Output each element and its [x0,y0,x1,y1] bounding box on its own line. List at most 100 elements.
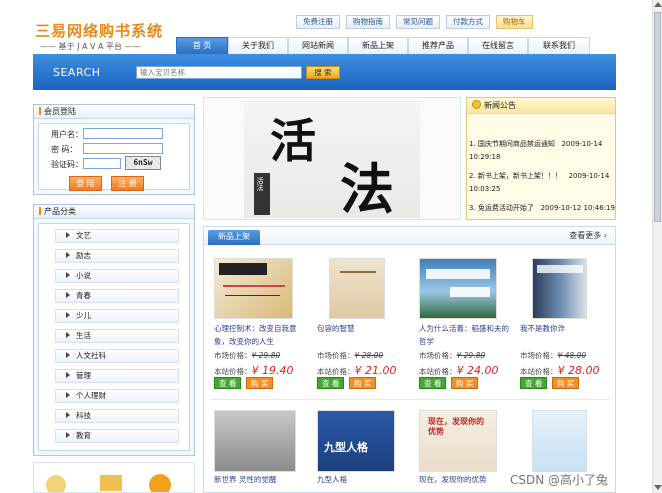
username-field[interactable] [83,128,163,139]
site-logo[interactable]: 三易网络购书系统 [35,20,163,41]
site-subtitle: —— 基于 J A V A 平台 —— [40,42,141,51]
new-products-panel: 新品上架 查看更多 › 心理控制术：改变自我意象，改变你的人生 市场价格：¥ 2… [203,226,616,493]
promo-icons [33,462,195,493]
password-field[interactable] [83,143,163,154]
nav-tab-news[interactable]: 网站新闻 [288,37,348,54]
cart-link[interactable]: 购物车 [496,15,533,29]
category-item[interactable]: 教育 [55,429,179,443]
view-button[interactable]: 查 看 [520,377,548,389]
product-title[interactable]: 现在，发现你的优势 [419,473,514,486]
payment-link[interactable]: 付款方式 [446,15,490,29]
product-image[interactable] [419,258,497,319]
nav-tab-contact[interactable]: 联系我们 [528,37,590,54]
market-price: 市场价格：¥ 28.00 [317,351,384,360]
arrow-right-icon [66,272,70,278]
product-image[interactable] [214,258,293,319]
arrow-right-icon [66,392,70,398]
site-price: 本站价格：¥ 19.40 [214,364,294,377]
tab-new-arrivals[interactable]: 新品上架 [208,230,260,245]
nav-tab-guestbook[interactable]: 在线留言 [468,37,528,54]
news-item[interactable]: 2. 新书上架，新书上架！！！ 2009-10-14 10:03:25 [469,170,615,196]
arrow-right-icon [66,352,70,358]
login-form: 用户名： 密 码： 验证码： 6nSw 登 陆 注 册 [38,123,190,191]
site-price: 本站价格：¥ 21.00 [317,364,397,377]
news-panel: 新闻公告 1. 国庆节期间商品禁运通知 2009-10-14 10:29:18 … [466,97,616,220]
view-more-link[interactable]: 查看更多 › [569,230,607,241]
product-image[interactable] [329,258,385,319]
product-title[interactable]: 我不是教你诈 [520,322,615,335]
buy-button[interactable]: 购 买 [451,377,479,389]
banner-image[interactable]: 活 法 活法 [203,97,461,220]
arrow-right-icon [66,292,70,298]
category-panel-title: 产品分类 [44,207,76,216]
product-title[interactable]: 九型人格 [317,473,412,486]
register-button[interactable]: 注 册 [111,176,144,191]
login-panel-title: 会员登陆 [44,107,76,116]
product-title[interactable]: 人为什么活着：稻盛和夫的哲学 [419,322,514,348]
vertical-scrollbar[interactable] [652,0,662,493]
promo-icons-image [46,474,171,493]
product-image[interactable] [532,258,587,319]
nav-tab-about[interactable]: 关于我们 [228,37,288,54]
category-item[interactable]: 小说 [55,269,179,283]
scroll-up-arrow-icon[interactable] [654,2,662,7]
arrow-right-icon [66,332,70,338]
category-item[interactable]: 人文社科 [55,349,179,363]
password-label: 密 码： [51,145,78,154]
category-item[interactable]: 文艺 [55,229,179,243]
view-button[interactable]: 查 看 [419,377,447,389]
category-panel: 产品分类 文艺 励志 小说 青春 少儿 生活 人文社科 管理 个人理财 科技 教… [33,204,195,456]
login-panel-header: 会员登陆 [34,105,194,119]
market-price: 市场价格：¥ 48.00 [520,351,587,360]
product-title[interactable]: 新世界 灵性的觉醒 [214,473,309,486]
top-links: 免费注册 购物指南 常见问题 付款方式 购物车 [296,15,533,29]
news-item[interactable]: 1. 国庆节期间商品禁运通知 2009-10-14 10:29:18 [469,138,615,164]
product-image[interactable]: 现在，发现你的优势 [419,410,497,472]
product-image[interactable] [532,410,587,472]
category-item[interactable]: 生活 [55,329,179,343]
scroll-thumb[interactable] [654,12,661,222]
captcha-field[interactable] [83,158,121,169]
view-button[interactable]: 查 看 [317,377,345,389]
register-link[interactable]: 免费注册 [296,15,340,29]
category-item[interactable]: 青春 [55,289,179,303]
category-item[interactable]: 管理 [55,369,179,383]
product-title[interactable]: 心理控制术：改变自我意象，改变你的人生 [214,322,309,348]
products-tabbar: 新品上架 查看更多 › [204,227,615,245]
search-button[interactable]: 搜 索 [306,66,340,79]
buy-button[interactable]: 购 买 [552,377,580,389]
arrow-right-icon [66,432,70,438]
login-button[interactable]: 登 陆 [69,176,102,191]
book-cover-image: 活 法 活法 [244,101,420,219]
product-title[interactable]: 包容的智慧 [317,322,412,335]
site-price: 本站价格：¥ 28.00 [520,364,600,377]
banner-char: 活 [270,114,316,168]
captcha-image[interactable]: 6nSw [125,156,161,170]
shopping-guide-link[interactable]: 购物指南 [346,15,390,29]
site-price: 本站价格：¥ 24.00 [419,364,499,377]
buy-button[interactable]: 购 买 [349,377,377,389]
arrow-right-icon [66,252,70,258]
scroll-down-arrow-icon[interactable] [654,485,662,490]
category-item[interactable]: 个人理财 [55,389,179,403]
news-item[interactable]: 3. 免运费活动开始了 2009-10-12 10:46:19 [469,202,615,215]
category-item[interactable]: 科技 [55,409,179,423]
product-image[interactable] [214,410,296,472]
search-input[interactable] [136,66,302,79]
view-button[interactable]: 查 看 [214,377,242,389]
category-item[interactable]: 少儿 [55,309,179,323]
product-image[interactable]: 九型人格 [317,410,395,472]
buy-button[interactable]: 购 买 [246,377,274,389]
nav-tab-new-arrivals[interactable]: 新品上架 [348,37,408,54]
news-header: 新闻公告 [467,98,615,114]
nav-tab-recommended[interactable]: 推荐产品 [408,37,468,54]
search-label: SEARCH [53,66,101,79]
smiley-icon [472,100,481,109]
arrow-right-icon [66,232,70,238]
category-panel-header: 产品分类 [34,205,194,219]
news-title: 新闻公告 [484,101,516,110]
market-price: 市场价格：¥ 29.80 [419,351,486,360]
faq-link[interactable]: 常见问题 [396,15,440,29]
category-item[interactable]: 励志 [55,249,179,263]
nav-tab-home[interactable]: 首 页 [176,37,228,54]
